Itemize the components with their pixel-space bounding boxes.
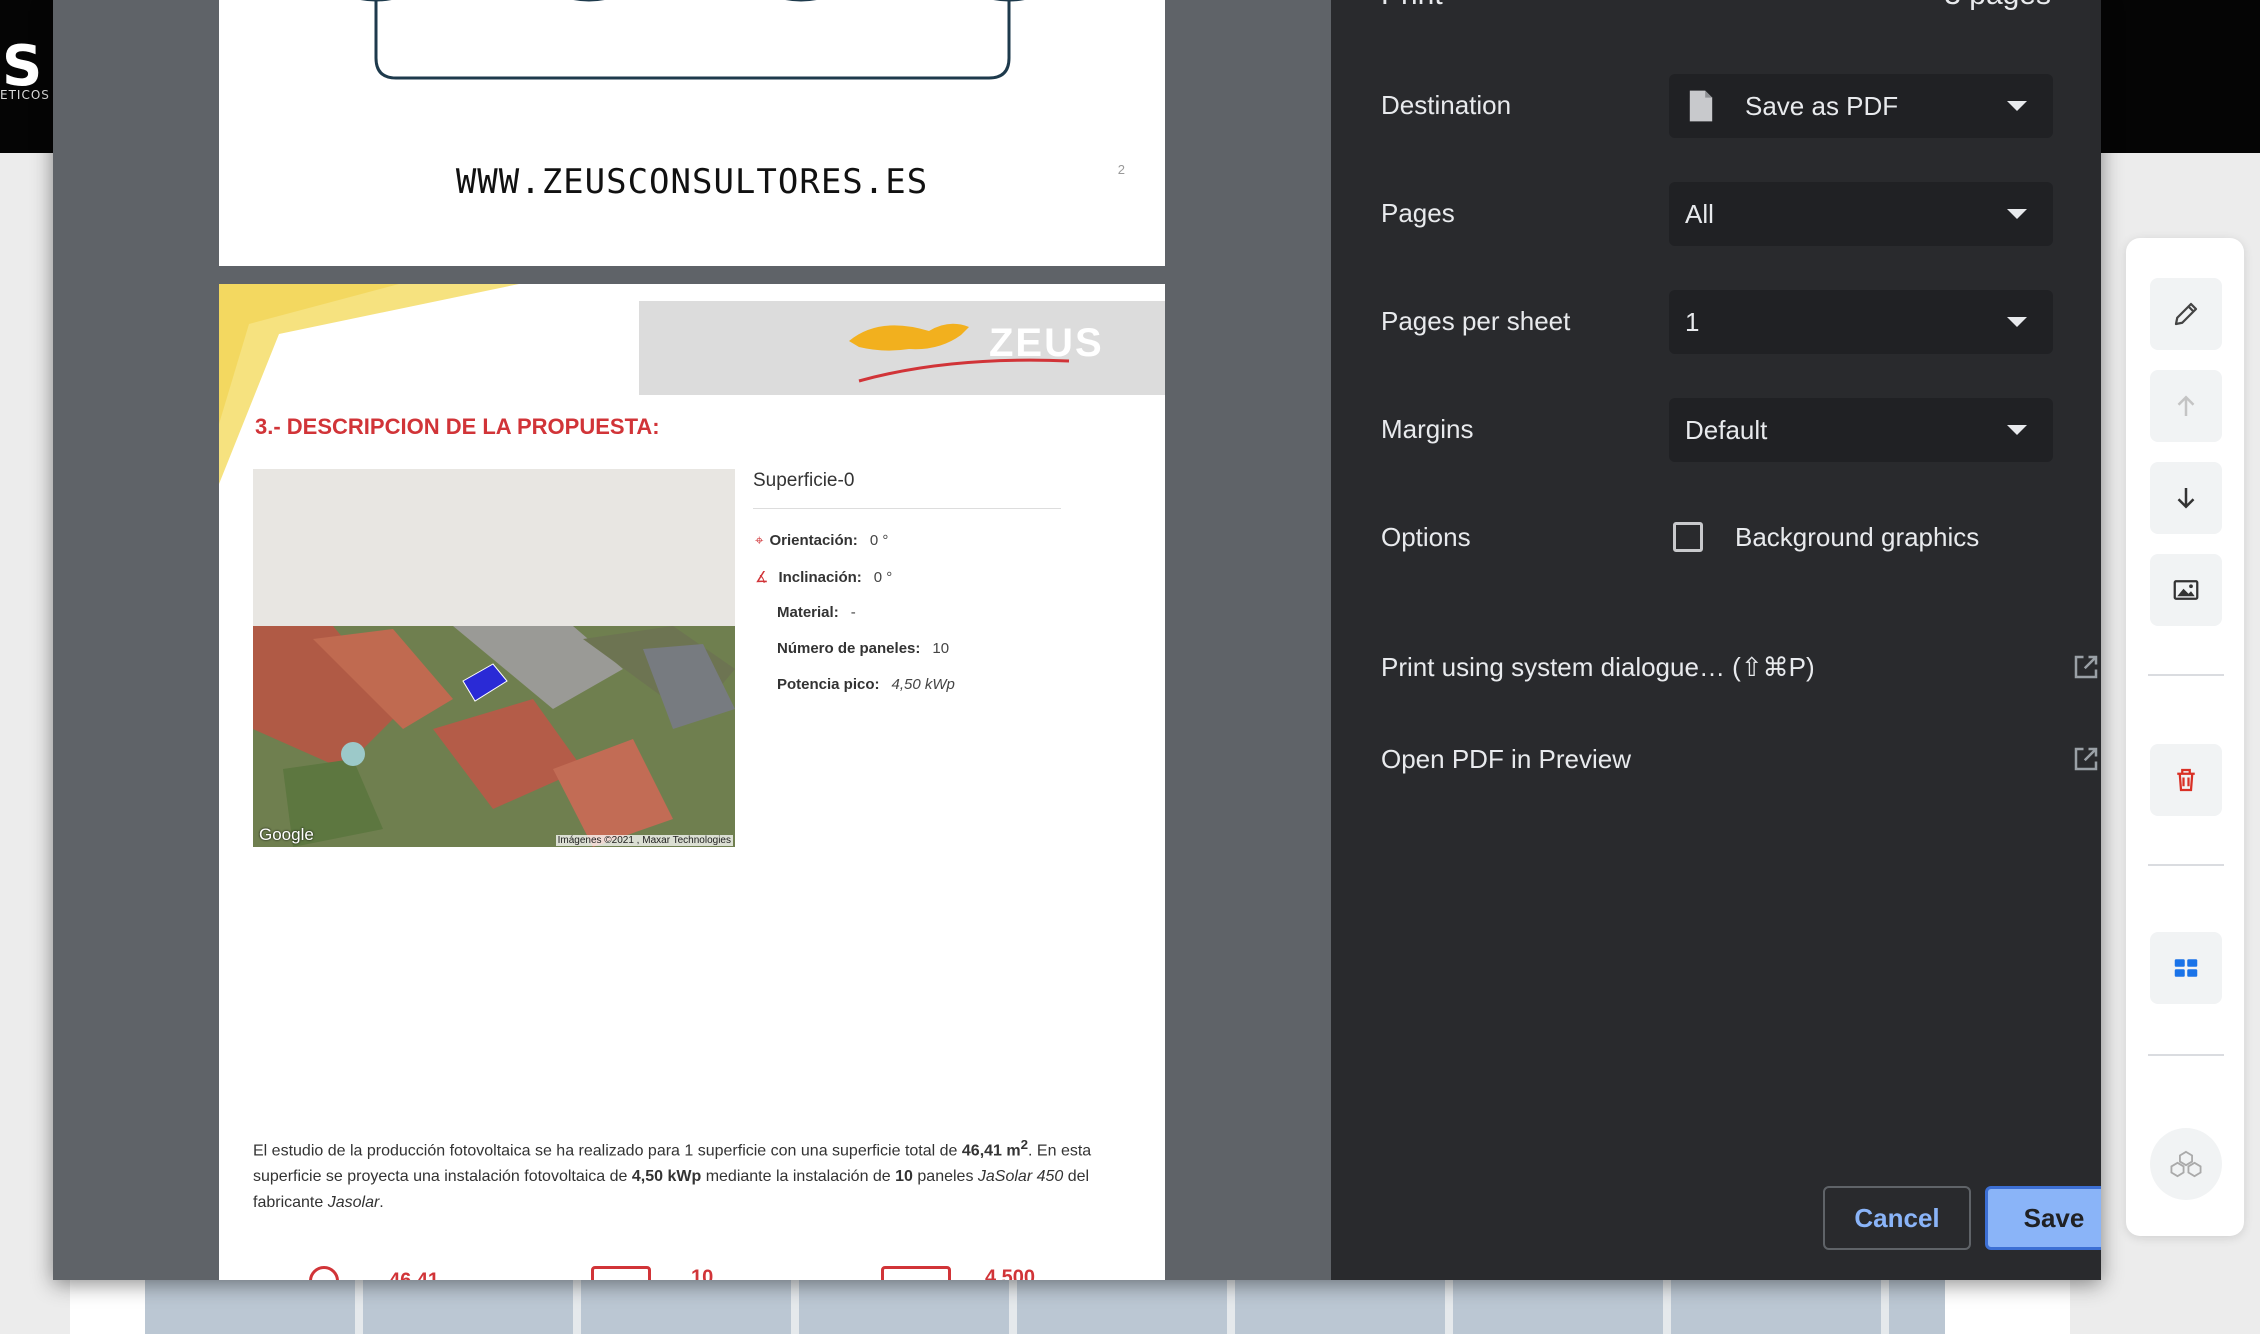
- move-up-button[interactable]: [2150, 370, 2222, 442]
- property-material: Material: -: [777, 604, 856, 621]
- surface-divider: [753, 508, 1061, 509]
- screen: S ETICOS WWW.ZEUSCONSULTORES.ES 2 ZEUS 3…: [0, 0, 2260, 1334]
- destination-label: Destination: [1381, 90, 1512, 120]
- margins-value: Default: [1685, 414, 1768, 445]
- zeus-logo-text: ZEUS: [989, 321, 1104, 365]
- edit-button[interactable]: [2150, 278, 2222, 350]
- flow-diagram-graphic: [360, 0, 1025, 80]
- background-graphics-label[interactable]: Background graphics: [1735, 522, 1979, 553]
- pencil-icon: [2174, 302, 2198, 326]
- map-credit: Imágenes ©2021 , Maxar Technologies: [555, 835, 733, 846]
- image-icon: [2173, 580, 2199, 600]
- toolbar-divider: [2148, 864, 2224, 866]
- pages-per-sheet-value: 1: [1685, 306, 1700, 337]
- external-link-icon[interactable]: [2071, 744, 2101, 774]
- chevron-down-icon: [2007, 317, 2027, 327]
- system-dialog-link[interactable]: Print using system dialogue… (⇧⌘P): [1381, 652, 1815, 683]
- arrow-down-icon: [2177, 488, 2195, 509]
- chevron-down-icon: [2007, 101, 2027, 111]
- external-link-icon[interactable]: [2071, 652, 2101, 682]
- toolbar-divider: [2148, 1054, 2224, 1056]
- trash-icon: [2177, 768, 2195, 792]
- margins-label: Margins: [1381, 414, 1474, 444]
- section-title: 3.- DESCRIPCION DE LA PROPUESTA:: [255, 414, 660, 439]
- dialog-title: Print: [1381, 0, 1443, 12]
- chevron-down-icon: [2007, 209, 2027, 219]
- delete-button[interactable]: [2150, 744, 2222, 816]
- options-label: Options: [1381, 522, 1471, 552]
- cancel-button[interactable]: Cancel: [1823, 1186, 1971, 1250]
- preview-page: ZEUS 3.- DESCRIPCION DE LA PROPUESTA: Go…: [219, 284, 1165, 1280]
- image-button[interactable]: [2150, 554, 2222, 626]
- destination-value: Save as PDF: [1745, 90, 1899, 121]
- property-peak-power: Potencia pico: 4,50 kWp: [777, 676, 955, 693]
- property-orientation: ⌖ Orientación: 0 °: [755, 532, 889, 549]
- page-count: 3 pages: [1944, 0, 2051, 12]
- margins-select[interactable]: Default: [1669, 398, 2053, 462]
- print-preview: WWW.ZEUSCONSULTORES.ES 2 ZEUS 3.- DESCRI…: [53, 0, 1331, 1280]
- header-logo-banner: ZEUS: [639, 301, 1165, 395]
- grid-icon: [2174, 959, 2198, 977]
- arrow-up-icon: [2177, 395, 2195, 416]
- background-graphics-checkbox[interactable]: [1673, 522, 1703, 552]
- property-inclination: ∡ Inclinación: 0 °: [755, 569, 893, 586]
- open-pdf-link[interactable]: Open PDF in Preview: [1381, 744, 1631, 775]
- destination-select[interactable]: Save as PDF: [1669, 74, 2053, 138]
- corner-decoration: [219, 284, 519, 484]
- pages-per-sheet-label: Pages per sheet: [1381, 306, 1571, 336]
- move-down-button[interactable]: [2150, 462, 2222, 534]
- satellite-map: Google Imágenes ©2021 , Maxar Technologi…: [253, 469, 735, 847]
- pages-per-sheet-select[interactable]: 1: [1669, 290, 2053, 354]
- save-button[interactable]: Save: [1985, 1186, 2101, 1250]
- pages-value: All: [1685, 198, 1714, 229]
- description-paragraph: El estudio de la producción fotovoltaica…: [253, 1137, 1092, 1212]
- angle-icon: ∡: [755, 569, 769, 586]
- google-watermark: Google: [259, 825, 314, 844]
- side-toolbar: [2126, 238, 2244, 1236]
- document-icon: [1689, 90, 1713, 122]
- pages-select[interactable]: All: [1669, 182, 2053, 246]
- inverter-icon: [881, 1266, 951, 1280]
- area-icon: [309, 1266, 339, 1280]
- layout-button[interactable]: [2150, 932, 2222, 1004]
- chevron-down-icon: [2007, 425, 2027, 435]
- blocks-button[interactable]: [2150, 1128, 2222, 1200]
- panel-icon: [591, 1266, 651, 1280]
- stat-power: 4.500: [881, 1266, 1035, 1280]
- print-settings-panel: Print 3 pages Destination Save as PDF Pa…: [1331, 0, 2101, 1280]
- aerial-image: [253, 626, 735, 847]
- surface-title: Superficie-0: [753, 470, 855, 491]
- website-footer: WWW.ZEUSCONSULTORES.ES: [455, 162, 929, 202]
- cubes-icon: [2170, 1150, 2202, 1178]
- page-number: 2: [1117, 162, 1125, 177]
- pages-label: Pages: [1381, 198, 1455, 228]
- compass-icon: ⌖: [755, 532, 764, 549]
- background-solar-image: [145, 1278, 1945, 1334]
- stat-panels: 10: [591, 1266, 713, 1280]
- preview-page: WWW.ZEUSCONSULTORES.ES 2: [219, 0, 1165, 266]
- background-logo-subtitle: ETICOS: [0, 88, 50, 102]
- property-panels: Número de paneles: 10: [777, 640, 950, 657]
- toolbar-divider: [2148, 674, 2224, 676]
- print-dialog: WWW.ZEUSCONSULTORES.ES 2 ZEUS 3.- DESCRI…: [53, 0, 2101, 1280]
- stat-area: 46,41: [309, 1266, 439, 1280]
